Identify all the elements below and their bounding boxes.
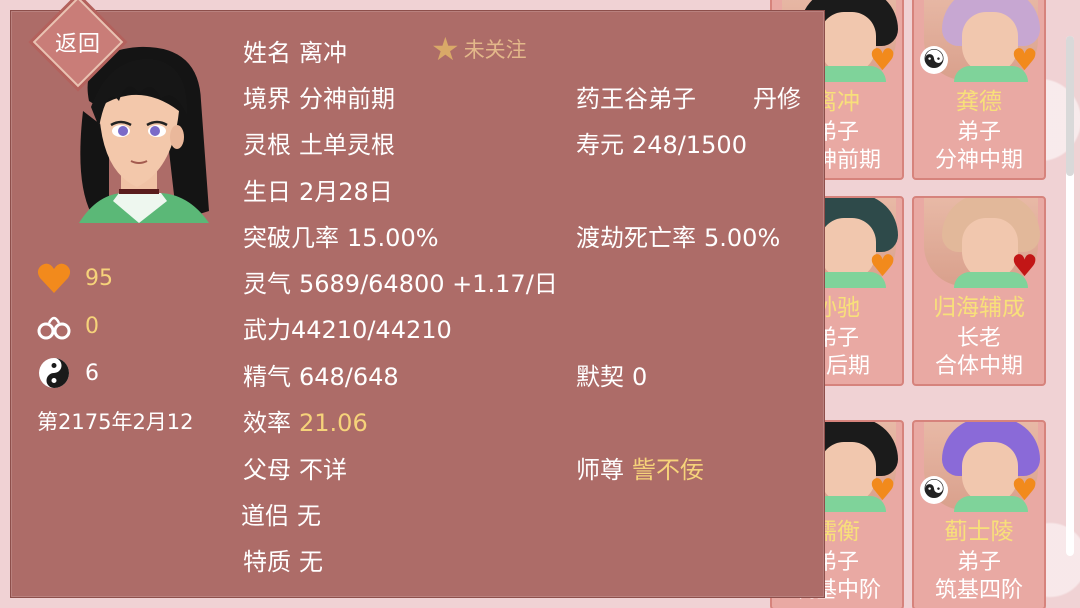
force-value: 44210/44210 (291, 316, 452, 344)
partner-value: 无 (297, 502, 321, 530)
star-icon: ★ (431, 30, 460, 68)
realm-value: 分神前期 (299, 85, 395, 113)
parents-label: 父母 (243, 456, 291, 484)
essence-label: 精气 (243, 363, 291, 391)
sect-value: 药王谷弟子 (576, 85, 696, 113)
disciple-card[interactable]: ♥ ☯ 蓟士陵 弟子 筑基四阶 (912, 420, 1046, 608)
master-value[interactable]: 訾不佞 (632, 456, 704, 484)
efficiency-label: 效率 (243, 409, 291, 437)
follow-label: 未关注 (463, 38, 527, 62)
qi-value: 5689/64800 +1.17/日 (299, 270, 558, 298)
heart-icon: ♥ (1011, 249, 1038, 284)
disciple-card-rank: 合体中期 (934, 354, 1023, 379)
master-label: 师尊 (576, 456, 624, 484)
face (820, 442, 876, 504)
disciple-card-name: 归海辅成 (933, 295, 1025, 321)
disciple-info-panel: 95 0 6 第2175年2月12 姓名 离冲 ★ 未关注 境界 分神前期 药王… (10, 10, 825, 598)
bonds-stat: 0 (37, 309, 99, 343)
essence-row: 精气 648/648 (243, 357, 399, 392)
force-row: 武力44210/44210 (243, 310, 452, 345)
qi-label: 灵气 (243, 270, 291, 298)
dao-value: 6 (85, 360, 99, 386)
face (962, 12, 1018, 74)
heart-icon: ♥ (869, 43, 896, 78)
heart-icon: ♥ (1011, 473, 1038, 508)
heart-icon: ♥ (1011, 43, 1038, 78)
trait-label: 特质 (243, 548, 291, 576)
tacit-row: 默契 0 (576, 357, 647, 392)
essence-value: 648/648 (299, 363, 399, 391)
bonds-value: 0 (85, 313, 99, 339)
lifespan-row: 寿元 248/1500 (576, 125, 747, 160)
scrollbar-thumb[interactable] (1066, 36, 1074, 176)
breakthrough-row: 突破几率 15.00% (243, 218, 439, 253)
lifespan-label: 寿元 (576, 131, 624, 159)
trait-value: 无 (299, 548, 323, 576)
disciple-card-name: 蓟士陵 (944, 519, 1014, 545)
affection-value: 95 (85, 265, 113, 291)
dao-stat: 6 (37, 356, 99, 390)
tribulation-row: 渡劫死亡率 5.00% (576, 218, 780, 253)
game-date: 第2175年2月12 (37, 410, 194, 434)
root-label: 灵根 (243, 131, 291, 159)
face (820, 12, 876, 74)
name-label: 姓名 (243, 39, 291, 67)
realm-label: 境界 (243, 85, 291, 113)
breakthrough-value: 15.00% (347, 224, 439, 252)
yin-yang-icon: ☯ (920, 476, 948, 504)
disciple-card-rank: 筑基四阶 (934, 578, 1023, 603)
efficiency-row: 效率 21.06 (243, 403, 368, 438)
birthday-label: 生日 (243, 178, 291, 206)
breakthrough-label: 突破几率 (243, 224, 339, 252)
tribulation-label: 渡劫死亡率 (576, 224, 696, 252)
yin-yang-icon: ☯ (920, 46, 948, 74)
efficiency-value: 21.06 (299, 409, 368, 437)
trait-row: 特质无 (243, 542, 323, 577)
root-row: 灵根 土单灵根 (243, 125, 395, 160)
disciple-card-name: 龚德 (956, 89, 1002, 115)
tribulation-value: 5.00% (704, 224, 781, 252)
birthday-value: 2月28日 (299, 178, 393, 206)
affection-stat: 95 (37, 261, 113, 295)
partner-row: 道侣无 (241, 496, 321, 531)
realm-row: 境界 分神前期 (243, 79, 395, 114)
birthday-row: 生日 2月28日 (243, 172, 393, 207)
parents-value: 不详 (299, 456, 347, 484)
disciple-card-rank: 分神中期 (934, 148, 1023, 173)
back-button[interactable]: 返回 (36, 26, 120, 58)
handcuffs-icon (37, 309, 71, 343)
heart-icon (37, 261, 71, 295)
parents-row: 父母 不详 (243, 450, 347, 485)
master-row: 师尊 訾不佞 (576, 450, 704, 485)
tacit-label: 默契 (576, 363, 624, 391)
partner-label: 道侣 (241, 502, 289, 530)
disciple-card[interactable]: ♥ 归海辅成 长老 合体中期 (912, 196, 1046, 386)
force-label: 武力 (243, 316, 291, 344)
root-value: 土单灵根 (299, 131, 395, 159)
profession-value: 丹修 (753, 85, 801, 113)
face (820, 218, 876, 280)
qi-row: 灵气 5689/64800 +1.17/日 (243, 264, 558, 299)
lifespan-value: 248/1500 (632, 131, 747, 159)
name-row: 姓名 离冲 (243, 33, 347, 68)
disciple-card[interactable]: ♥ ☯ 龚德 弟子 分神中期 (912, 0, 1046, 180)
name-value: 离冲 (299, 39, 347, 67)
heart-icon: ♥ (869, 473, 896, 508)
follow-toggle[interactable]: ★ 未关注 (431, 33, 527, 65)
face (962, 442, 1018, 504)
heart-icon: ♥ (869, 249, 896, 284)
tacit-value: 0 (632, 363, 648, 391)
face (962, 218, 1018, 280)
yin-yang-icon (37, 356, 71, 390)
